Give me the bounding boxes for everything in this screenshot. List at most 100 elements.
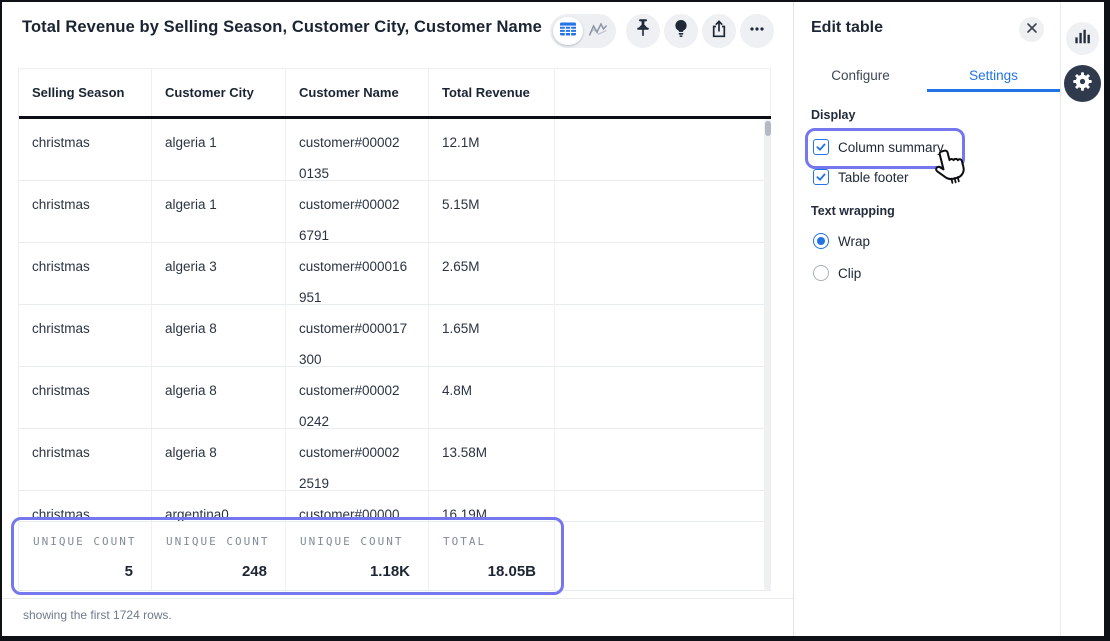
cell-revenue[interactable]: 16.19M: [429, 491, 555, 522]
table-row: christmas algeria 3 customer#000016 951 …: [19, 243, 771, 305]
main-canvas: Total Revenue by Selling Season, Custome…: [2, 2, 793, 636]
clip-radio[interactable]: [813, 265, 829, 281]
cell-customer[interactable]: customer#000016 951: [286, 243, 429, 305]
cell-season[interactable]: christmas: [19, 181, 152, 243]
table-view-icon: [559, 21, 577, 42]
cell-empty[interactable]: [555, 429, 771, 491]
table-footer-label: Table footer: [838, 170, 909, 185]
cell-empty[interactable]: [555, 305, 771, 367]
table-row: christmas algeria 8 customer#00002 0242 …: [19, 367, 771, 429]
active-tab-underline: [927, 89, 1060, 92]
cell-city[interactable]: algeria 8: [152, 305, 286, 367]
scrollbar-thumb[interactable]: [765, 121, 771, 136]
cell-season[interactable]: christmas: [19, 429, 152, 491]
column-header-customer-city[interactable]: Customer City: [152, 69, 286, 116]
element-toolbar: [550, 14, 774, 48]
cell-empty[interactable]: [555, 367, 771, 429]
column-summary-label: Column summary: [838, 140, 944, 155]
summary-value: 248: [242, 563, 267, 580]
cell-city[interactable]: algeria 8: [152, 367, 286, 429]
ellipsis-icon: [748, 20, 766, 43]
panel-title: Edit table: [811, 19, 883, 37]
pin-icon: [633, 18, 653, 44]
cell-revenue[interactable]: 5.15M: [429, 181, 555, 243]
cell-season[interactable]: christmas: [19, 491, 152, 522]
cell-empty[interactable]: [555, 119, 771, 181]
column-header-total-revenue[interactable]: Total Revenue: [429, 69, 555, 116]
summary-value: 18.05B: [488, 563, 536, 580]
cell-city[interactable]: algeria 1: [152, 119, 286, 181]
wrap-label: Wrap: [838, 234, 870, 249]
cell-customer[interactable]: customer#00002 0135: [286, 119, 429, 181]
table-header-row: Selling Season Customer City Customer Na…: [19, 69, 771, 116]
chart-view-toggle[interactable]: [583, 17, 613, 45]
table-view-toggle[interactable]: [553, 17, 583, 45]
share-icon: [709, 19, 729, 44]
table-footer-checkbox[interactable]: [813, 169, 829, 185]
cell-customer[interactable]: customer#00002 0242: [286, 367, 429, 429]
summary-value: 5: [125, 563, 133, 580]
view-toggle: [550, 14, 616, 48]
summary-cell-empty: [555, 522, 771, 590]
settings-gear-button[interactable]: [1064, 65, 1101, 102]
cell-city[interactable]: algeria 3: [152, 243, 286, 305]
pin-button[interactable]: [626, 14, 660, 48]
cell-season[interactable]: christmas: [19, 243, 152, 305]
cell-empty[interactable]: [555, 181, 771, 243]
table-footer-option[interactable]: Table footer: [813, 169, 909, 185]
cell-revenue[interactable]: 12.1M: [429, 119, 555, 181]
table-row: christmas algeria 8 customer#00002 2519 …: [19, 429, 771, 491]
cell-city[interactable]: argentina0: [152, 491, 286, 522]
cell-revenue[interactable]: 4.8M: [429, 367, 555, 429]
column-summary-option[interactable]: Column summary: [813, 139, 944, 155]
table-row: christmas algeria 1 customer#00002 0135 …: [19, 119, 771, 181]
clip-option[interactable]: Clip: [813, 265, 861, 281]
cell-season[interactable]: christmas: [19, 305, 152, 367]
cell-season[interactable]: christmas: [19, 119, 152, 181]
cell-empty[interactable]: [555, 243, 771, 305]
cell-revenue[interactable]: 2.65M: [429, 243, 555, 305]
column-header-customer-name[interactable]: Customer Name: [286, 69, 429, 116]
suggestions-button[interactable]: [664, 14, 698, 48]
summary-label: TOTAL: [443, 535, 486, 548]
lightbulb-icon: [672, 18, 690, 44]
table-row: christmas argentina0 customer#00000 16.1…: [19, 491, 771, 522]
more-options-button[interactable]: [740, 14, 774, 48]
cell-customer[interactable]: customer#00000: [286, 491, 429, 522]
summary-label: UNIQUE COUNT: [33, 535, 136, 548]
clip-label: Clip: [838, 266, 861, 281]
radio-dot: [817, 237, 825, 245]
cell-city[interactable]: algeria 8: [152, 429, 286, 491]
cell-customer[interactable]: customer#00002 6791: [286, 181, 429, 243]
column-header-empty[interactable]: [555, 69, 771, 116]
cell-city[interactable]: algeria 1: [152, 181, 286, 243]
bar-chart-icon: [1074, 28, 1092, 50]
cell-customer[interactable]: customer#00002 2519: [286, 429, 429, 491]
close-panel-button[interactable]: [1019, 17, 1044, 42]
panel-tabs: Configure Settings: [794, 58, 1060, 92]
summary-cell[interactable]: UNIQUE COUNT 1.18K: [286, 522, 429, 590]
table-vertical-scrollbar[interactable]: [764, 119, 771, 591]
wrap-option[interactable]: Wrap: [813, 233, 870, 249]
share-button[interactable]: [702, 14, 736, 48]
cell-season[interactable]: christmas: [19, 367, 152, 429]
wrap-radio[interactable]: [813, 233, 829, 249]
display-section-heading: Display: [811, 108, 855, 122]
column-header-selling-season[interactable]: Selling Season: [19, 69, 152, 116]
tab-settings[interactable]: Settings: [927, 58, 1060, 92]
summary-cell[interactable]: UNIQUE COUNT 248: [152, 522, 286, 590]
summary-cell[interactable]: TOTAL 18.05B: [429, 522, 555, 590]
cell-customer[interactable]: customer#000017 300: [286, 305, 429, 367]
edit-table-panel: Edit table Configure Settings Display Co…: [793, 2, 1060, 636]
summary-cell[interactable]: UNIQUE COUNT 5: [19, 522, 152, 590]
close-icon: [1026, 21, 1038, 39]
cell-empty[interactable]: [555, 491, 771, 522]
cell-revenue[interactable]: 1.65M: [429, 305, 555, 367]
tab-configure[interactable]: Configure: [794, 58, 927, 92]
line-chart-icon: [588, 21, 608, 42]
table-row: christmas algeria 1 customer#00002 6791 …: [19, 181, 771, 243]
chart-element-button[interactable]: [1066, 22, 1099, 55]
cell-revenue[interactable]: 13.58M: [429, 429, 555, 491]
column-summary-checkbox[interactable]: [813, 139, 829, 155]
summary-label: UNIQUE COUNT: [166, 535, 269, 548]
